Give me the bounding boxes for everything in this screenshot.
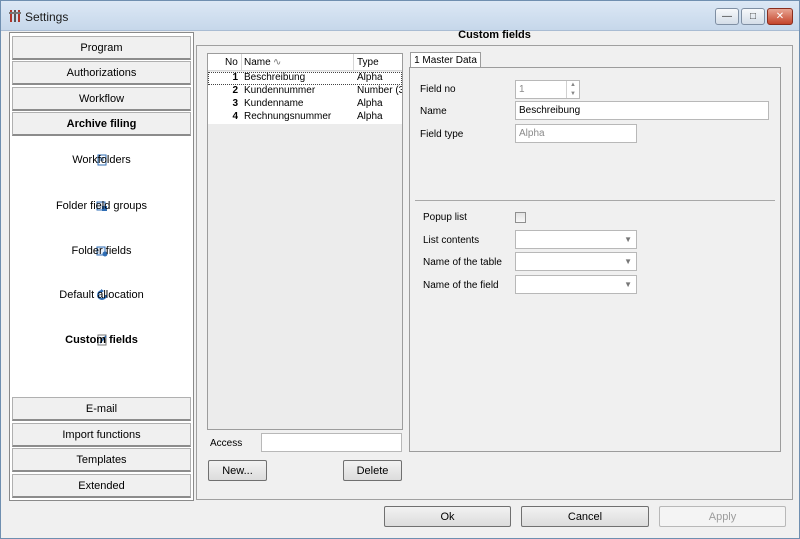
ok-button[interactable]: Ok — [384, 506, 511, 527]
field-name-select[interactable]: ▼ — [515, 275, 637, 294]
popup-list-checkbox[interactable] — [515, 212, 526, 223]
nav-authorizations-button[interactable]: Authorizations — [12, 61, 191, 85]
table-row[interactable]: 3 Kundenname Alpha — [208, 98, 402, 111]
title-bar[interactable]: Settings — □ ✕ — [1, 1, 799, 31]
field-type-field[interactable]: Alpha — [515, 124, 637, 143]
settings-window: Settings — □ ✕ Program Authorizations Wo… — [0, 0, 800, 539]
table-name-select[interactable]: ▼ — [515, 252, 637, 271]
minimize-icon: — — [722, 11, 732, 22]
custom-fields-list[interactable]: No Name ∿ Type 1 Beschreibung Alpha 2 Ku… — [207, 53, 403, 430]
nav-import-functions-button[interactable]: Import functions — [12, 423, 191, 447]
delete-button[interactable]: Delete — [343, 460, 402, 481]
nav-item-label: Workfolders — [72, 154, 131, 166]
list-contents-label: List contents — [423, 235, 480, 246]
table-row[interactable]: 4 Rechnungsnummer Alpha — [208, 111, 402, 124]
nav-item-label: Default allocation — [59, 289, 144, 301]
chevron-down-icon: ▼ — [624, 280, 632, 289]
maximize-icon: □ — [749, 11, 757, 22]
field-name-label: Name of the field — [423, 280, 499, 291]
minimize-button[interactable]: — — [715, 8, 739, 25]
nav-templates-button[interactable]: Templates — [12, 448, 191, 472]
table-row[interactable]: 1 Beschreibung Alpha — [208, 72, 402, 85]
field-type-label: Field type — [420, 129, 464, 140]
nav-item-default-allocation[interactable]: Default allocation — [10, 289, 193, 305]
nav-archive-filing-button[interactable]: Archive filing — [12, 112, 191, 136]
window-title: Settings — [25, 10, 69, 24]
nav-program-button[interactable]: Program — [12, 36, 191, 60]
nav-item-label: Custom fields — [65, 334, 138, 346]
panel-title: Custom fields — [458, 29, 531, 41]
list-contents-select[interactable]: ▼ — [515, 230, 637, 249]
chevron-down-icon: ▼ — [624, 235, 632, 244]
sort-indicator-icon: ∿ — [273, 57, 282, 68]
column-header-no[interactable]: No — [225, 57, 238, 68]
field-no-label: Field no — [420, 84, 456, 95]
spin-down-icon[interactable]: ▼ — [567, 90, 579, 99]
nav-item-workfolders[interactable]: Workfolders — [10, 154, 193, 170]
nav-workflow-button[interactable]: Workflow — [12, 87, 191, 111]
nav-email-button[interactable]: E-mail — [12, 397, 191, 421]
nav-item-folder-fields[interactable]: Folder fields — [10, 245, 193, 261]
close-button[interactable]: ✕ — [767, 8, 793, 25]
table-row[interactable]: 2 Kundennummer Number (32 — [208, 85, 402, 98]
table-name-label: Name of the table — [423, 257, 502, 268]
nav-item-label: Folder field groups — [55, 200, 148, 212]
field-no-stepper[interactable]: 1 ▲ ▼ — [515, 80, 580, 99]
close-icon: ✕ — [775, 11, 785, 22]
cancel-button[interactable]: Cancel — [521, 506, 649, 527]
nav-item-custom-fields[interactable]: Custom fields — [10, 334, 193, 350]
column-header-type[interactable]: Type — [357, 57, 379, 68]
apply-button[interactable]: Apply — [659, 506, 786, 527]
nav-extended-button[interactable]: Extended — [12, 474, 191, 498]
name-field[interactable]: Beschreibung — [515, 101, 769, 120]
tab-master-data[interactable]: 1 Master Data — [410, 52, 481, 68]
tools-icon — [9, 10, 21, 22]
new-button[interactable]: New... — [208, 460, 267, 481]
popup-list-label: Popup list — [423, 212, 467, 223]
section-divider — [415, 200, 775, 201]
spin-up-icon[interactable]: ▲ — [567, 81, 579, 90]
column-header-name[interactable]: Name — [244, 57, 271, 68]
nav-item-folder-field-groups[interactable]: Folder field groups — [10, 200, 193, 216]
access-label: Access — [210, 438, 243, 449]
maximize-button[interactable]: □ — [741, 8, 765, 25]
nav-item-label: Folder fields — [71, 245, 132, 257]
access-input[interactable] — [261, 433, 402, 452]
chevron-down-icon: ▼ — [624, 257, 632, 266]
name-label: Name — [420, 106, 447, 117]
list-header: No Name ∿ Type — [208, 54, 402, 71]
settings-nav: Program Authorizations Workflow Archive … — [9, 32, 194, 501]
